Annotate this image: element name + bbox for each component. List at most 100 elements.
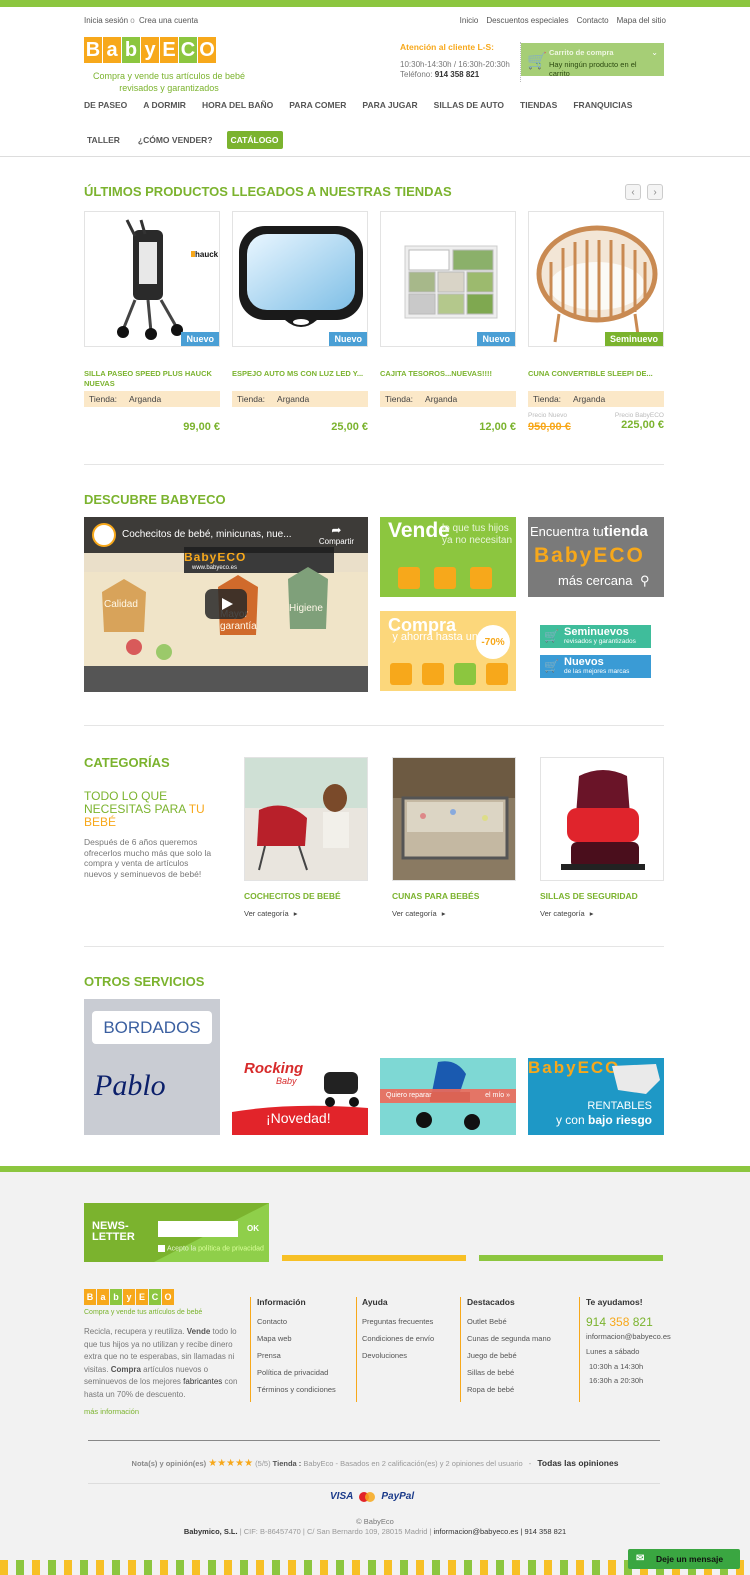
footer-link-devoluciones[interactable]: Devoluciones [362,1351,434,1360]
badge-seminuevo: Seminuevo [604,332,663,346]
category-name[interactable]: CUNAS PARA BEBÉS [392,891,516,901]
all-reviews-link[interactable]: Todas las opiniones [537,1458,618,1468]
register-link[interactable]: Crea una cuenta [139,16,198,25]
play-button[interactable] [205,589,247,619]
product-name[interactable]: ESPEJO AUTO MS CON LUZ LED Y... [232,369,368,388]
service-repair[interactable]: Quiero reparar el mío » [380,1058,516,1135]
video-title[interactable]: Cochecitos de bebé, minicunas, nue... [122,529,292,540]
channel-avatar[interactable] [92,523,116,547]
logo[interactable]: BabyECO Compra y vende tus artículos de … [84,37,254,93]
category-image[interactable] [244,757,368,881]
service-bordados[interactable]: BORDADOS Pablo [84,999,220,1135]
nav-catalogo[interactable]: CATÁLOGO [226,131,283,149]
footer-link-contacto[interactable]: Contacto [257,1317,336,1326]
nav-taller[interactable]: TALLER [87,135,120,145]
product-image[interactable]: Nuevo [380,211,516,347]
top-link-contacto[interactable]: Contacto [577,16,609,25]
nav-como-vender[interactable]: ¿CÓMO VENDER? [138,135,213,145]
product-name[interactable]: SILLA PASEO SPEED PLUS HAUCK NUEVAS [84,369,220,388]
product-card[interactable]: Nuevo ESPEJO AUTO MS CON LUZ LED Y... Ti… [232,211,368,433]
mastercard-icon [359,1491,376,1502]
footer-logo[interactable]: BabyECO [84,1289,244,1305]
or-text: o [130,16,135,25]
footer-link-mapa-web[interactable]: Mapa web [257,1334,336,1343]
category-link[interactable]: Ver categoría ▸ [244,909,368,918]
top-link-inicio[interactable]: Inicio [460,16,479,25]
product-image[interactable]: Nuevo [232,211,368,347]
footer-link-outlet[interactable]: Outlet Bebé [467,1317,551,1326]
cart-button[interactable]: 🛒 ⌄ Carrito de compra Hay ningún product… [521,43,664,78]
privacy-checkbox[interactable] [158,1245,165,1252]
product-name[interactable]: CAJITA TESOROS...NUEVAS!!!! [380,369,516,388]
stripe-gap [456,1560,464,1575]
top-link-mapa[interactable]: Mapa del sitio [617,16,666,25]
footer-link-juego[interactable]: Juego de bebé [467,1351,551,1360]
product-card[interactable]: hauck Nuevo SILLA PASEO SPEED PLUS HAUCK… [84,211,220,433]
nav-hora-del-bano[interactable]: HORA DEL BAÑO [202,100,273,110]
nav-tiendas[interactable]: TIENDAS [520,100,557,110]
category-image[interactable] [540,757,664,881]
carousel-next-button[interactable]: › [647,184,663,200]
contact-heading: Te ayudamos! [586,1297,643,1307]
seminuevos-label: Seminuevos [564,626,629,638]
promo-compra[interactable]: Compra y ahorra hasta un -70% [380,611,516,691]
store-label: Tienda: [533,394,562,404]
more-info-link[interactable]: más información [84,1407,244,1416]
category-name[interactable]: COCHECITOS DE BEBÉ [244,891,368,901]
nav-para-comer[interactable]: PARA COMER [289,100,346,110]
footer-link-faq[interactable]: Preguntas frecuentes [362,1317,434,1326]
privacy-policy-link[interactable]: política de privacidad [198,1245,264,1252]
newsletter-email-input[interactable] [158,1221,238,1237]
legal-email[interactable]: informacion@babyeco.es [434,1527,519,1536]
stripe-segment [336,1560,344,1575]
nav-sillas-de-auto[interactable]: SILLAS DE AUTO [434,100,504,110]
product-card[interactable]: Seminuevo CUNA CONVERTIBLE SLEEPI DE... … [528,211,664,433]
logo-letter: C [149,1289,161,1305]
footer-link-envio[interactable]: Condiciones de envío [362,1334,434,1343]
product-image[interactable]: hauck Nuevo [84,211,220,347]
categories-title: CATEGORÍAS [84,755,170,770]
nav-franquicias[interactable]: FRANQUICIAS [573,100,632,110]
footer-link-terminos[interactable]: Términos y condiciones [257,1385,336,1394]
category-link[interactable]: Ver categoría ▸ [540,909,664,918]
footer-link-prensa[interactable]: Prensa [257,1351,336,1360]
carousel-prev-button[interactable]: ‹ [625,184,641,200]
seminuevos-button[interactable]: 🛒 Seminuevos revisados y garantizados [540,625,651,648]
footer-link-privacidad[interactable]: Política de privacidad [257,1368,336,1377]
share-button[interactable]: ➦ Compartir [319,523,354,546]
product-image[interactable]: Seminuevo [528,211,664,347]
category-link[interactable]: Ver categoría ▸ [392,909,516,918]
product-name[interactable]: CUNA CONVERTIBLE SLEEPI DE... [528,369,664,388]
nav-para-jugar[interactable]: PARA JUGAR [362,100,417,110]
category-card[interactable]: CUNAS PARA BEBÉS Ver categoría ▸ [392,757,516,918]
chat-button[interactable]: ✉ Deje un mensaje [628,1549,740,1569]
category-card[interactable]: COCHECITOS DE BEBÉ Ver categoría ▸ [244,757,368,918]
stripe-segment [496,1560,504,1575]
nav-a-dormir[interactable]: A DORMIR [143,100,186,110]
nav-de-paseo[interactable]: DE PASEO [84,100,127,110]
promo-vende[interactable]: Vende lo que tus hijos ya no necesitan [380,517,516,597]
repair-link[interactable]: el mío » [485,1092,510,1099]
login-link[interactable]: Inicia sesión [84,16,128,25]
footer-link-sillas[interactable]: Sillas de bebé [467,1368,551,1377]
top-link-descuentos[interactable]: Descuentos especiales [486,16,568,25]
stripe-gap [8,1560,16,1575]
footer-hours-2: 16:30h a 20:30h [589,1376,644,1385]
stripe-segment [256,1560,264,1575]
stripe-gap [360,1560,368,1575]
product-card[interactable]: Nuevo CAJITA TESOROS...NUEVAS!!!! Tienda… [380,211,516,433]
promo-store-locator[interactable]: Encuentra tutienda BabyECO más cercana ⚲ [528,517,664,597]
stripe-segment [208,1560,216,1575]
category-name[interactable]: SILLAS DE SEGURIDAD [540,891,664,901]
newsletter-ok-button[interactable]: OK [242,1221,264,1237]
footer-email[interactable]: informacion@babyeco.es [586,1332,671,1341]
nuevos-button[interactable]: 🛒 Nuevos de las mejores marcas [540,655,651,678]
service-rocking-baby[interactable]: Rocking Baby ¡Novedad! [232,1058,368,1135]
service-franchise[interactable]: BabyECO RENTABLES y con bajo riesgo [528,1058,664,1135]
category-image[interactable] [392,757,516,881]
category-card[interactable]: SILLAS DE SEGURIDAD Ver categoría ▸ [540,757,664,918]
footer-link-cunas[interactable]: Cunas de segunda mano [467,1334,551,1343]
video-player[interactable]: BabyECO www.babyeco.es Calidad Mayor gar… [84,517,368,692]
footer-about: BabyECO Compra y vende tus artículos de … [84,1289,244,1416]
footer-link-ropa[interactable]: Ropa de bebé [467,1385,551,1394]
